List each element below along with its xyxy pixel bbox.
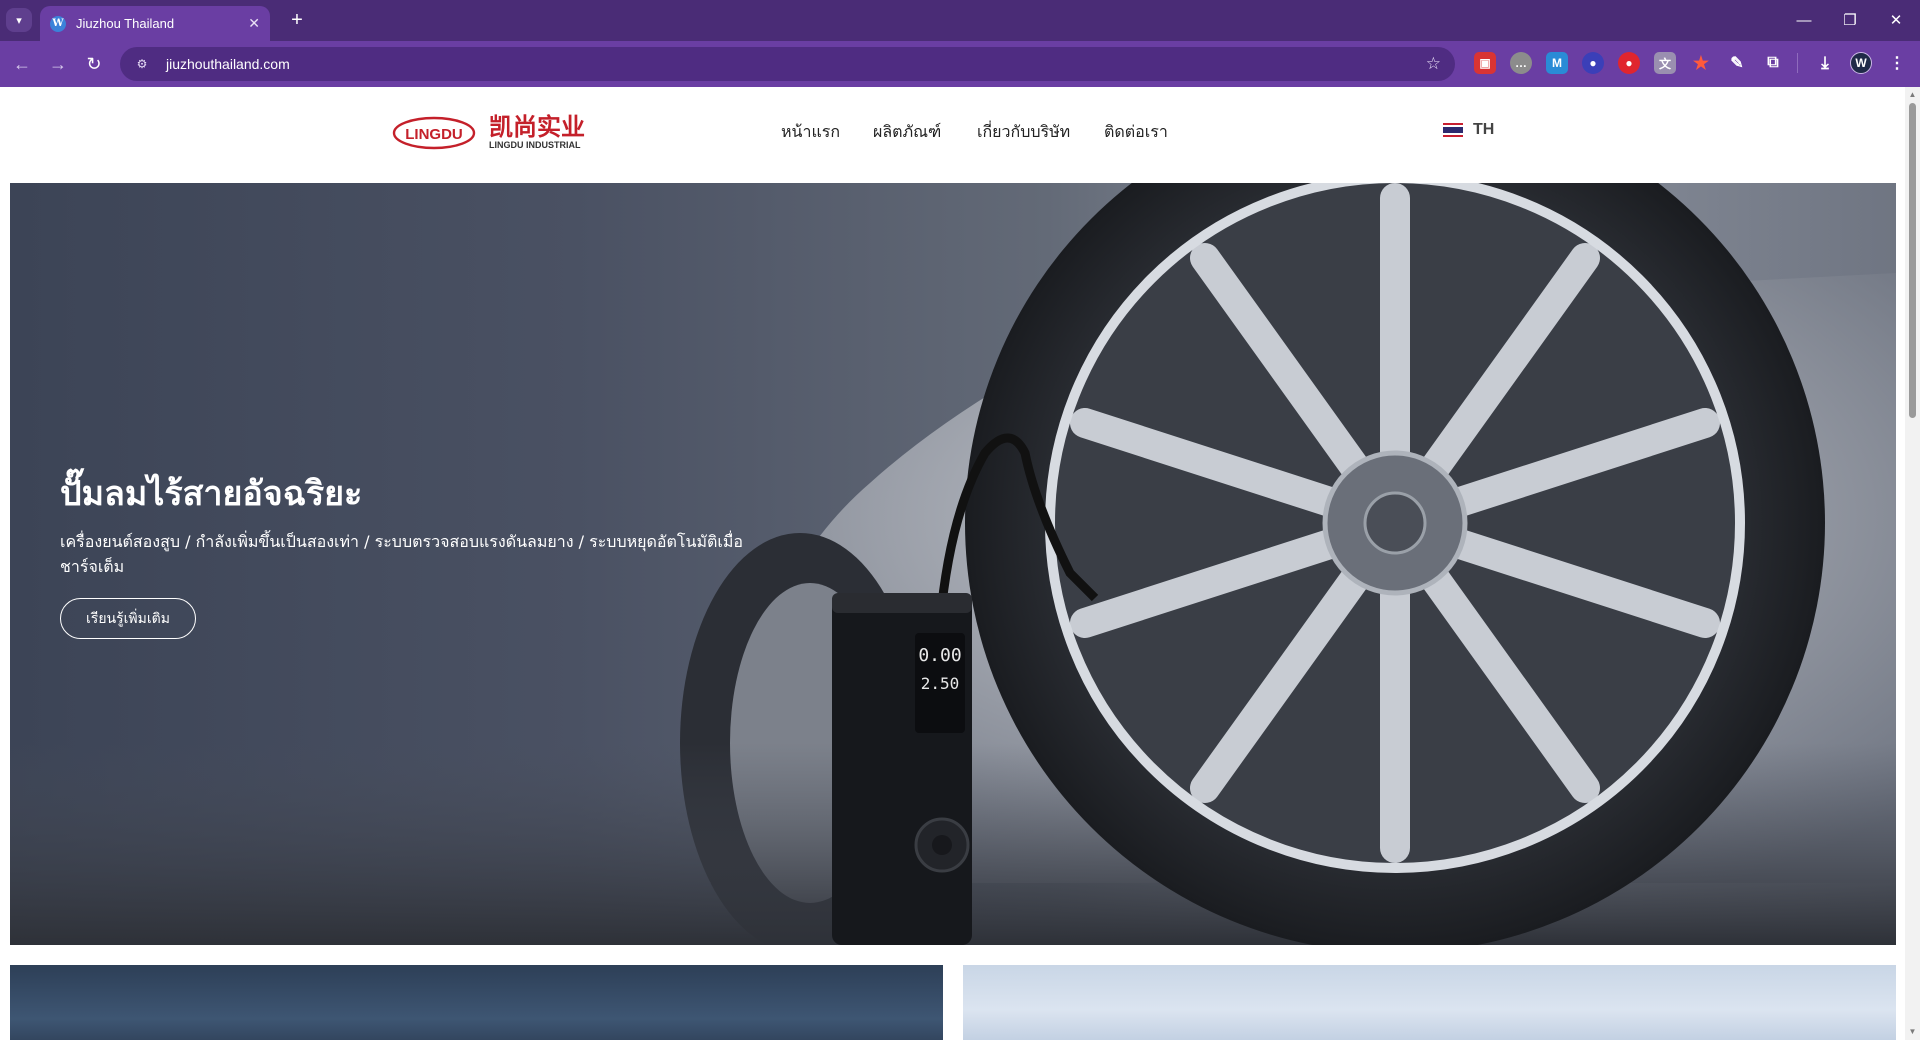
site-header: LINGDU 凯尚实业 LINGDU INDUSTRIAL หน้าแรก ผล… (0, 87, 1905, 183)
profile-avatar[interactable]: W (1850, 52, 1872, 74)
language-switcher[interactable]: TH (1443, 121, 1494, 139)
logo-chinese: 凯尚实业 (489, 113, 585, 141)
restore-button[interactable]: ❐ (1830, 6, 1870, 34)
browser-menu-icon[interactable]: ⋮ (1886, 52, 1908, 74)
hero-title: ปั๊มลมไร้สายอัจฉริยะ (60, 474, 363, 514)
ext-record-icon[interactable]: ● (1618, 52, 1640, 74)
lingdu-logo[interactable]: LINGDU 凯尚实业 LINGDU INDUSTRIAL (392, 113, 602, 153)
ext-red-icon[interactable]: ▣ (1474, 52, 1496, 74)
reload-button[interactable]: ↻ (80, 50, 108, 78)
download-icon[interactable]: ⤓ (1814, 52, 1836, 74)
browser-tab-bar: ▾ W Jiuzhou Thailand ✕ + — ❐ ✕ (0, 0, 1920, 41)
nav-home[interactable]: หน้าแรก (781, 120, 840, 145)
ext-globe-icon[interactable]: ● (1582, 52, 1604, 74)
product-card-right[interactable] (963, 965, 1896, 1040)
extensions-puzzle-icon[interactable]: ⧉ (1762, 52, 1784, 74)
nav-contact[interactable]: ติดต่อเรา (1104, 120, 1168, 145)
scroll-down-icon[interactable]: ▼ (1908, 1027, 1917, 1036)
ext-chat-icon[interactable]: … (1510, 52, 1532, 74)
device-reading-top: 0.00 (918, 645, 961, 666)
learn-more-button[interactable]: เรียนรู้เพิ่มเติม (60, 598, 196, 639)
page-scrollbar[interactable]: ▲ ▼ (1905, 87, 1920, 1040)
tab-search-button[interactable]: ▾ (6, 8, 32, 32)
hero-subtitle: เครื่องยนต์สองสูบ / กำลังเพิ่มขึ้นเป็นสอ… (60, 532, 744, 576)
url-text[interactable]: jiuzhouthailand.com (166, 56, 1426, 72)
address-bar[interactable]: ⚙ jiuzhouthailand.com ☆ (120, 47, 1455, 81)
thai-flag-icon (1443, 123, 1463, 137)
scroll-up-icon[interactable]: ▲ (1908, 90, 1917, 99)
tab-close-icon[interactable]: ✕ (248, 15, 260, 32)
ext-translate-icon[interactable]: 文 (1654, 52, 1676, 74)
ext-pen-icon[interactable]: ✎ (1726, 52, 1748, 74)
scrollbar-thumb[interactable] (1909, 103, 1916, 418)
ext-mail-icon[interactable]: M (1546, 52, 1568, 74)
tab-title: Jiuzhou Thailand (76, 16, 175, 31)
browser-tab[interactable]: W Jiuzhou Thailand ✕ (40, 6, 270, 41)
window-close-button[interactable]: ✕ (1876, 6, 1916, 34)
device-reading-bottom: 2.50 (921, 674, 960, 693)
wordpress-favicon-icon: W (50, 15, 66, 32)
product-card-left[interactable] (10, 965, 943, 1040)
logo-english: LINGDU INDUSTRIAL (489, 140, 581, 150)
new-tab-button[interactable]: + (284, 8, 310, 32)
toolbar-separator (1797, 53, 1798, 73)
forward-button[interactable]: → (44, 50, 72, 78)
logo-wordmark: LINGDU (405, 126, 463, 143)
hero-banner: 0.00 2.50 ปั๊มลมไร้สายอัจฉริยะ เครื่องยน… (10, 183, 1896, 945)
minimize-button[interactable]: — (1784, 6, 1824, 34)
web-page: LINGDU 凯尚实业 LINGDU INDUSTRIAL หน้าแรก ผล… (0, 87, 1905, 1040)
site-info-icon[interactable]: ⚙ (134, 56, 150, 72)
nav-about[interactable]: เกี่ยวกับบริษัท (977, 120, 1070, 145)
bookmark-star-icon[interactable]: ☆ (1426, 54, 1441, 74)
language-code: TH (1473, 121, 1495, 138)
nav-products[interactable]: ผลิตภัณฑ์ (873, 120, 941, 145)
ext-star-icon[interactable]: ★ (1690, 52, 1712, 74)
back-button[interactable]: ← (8, 50, 36, 78)
